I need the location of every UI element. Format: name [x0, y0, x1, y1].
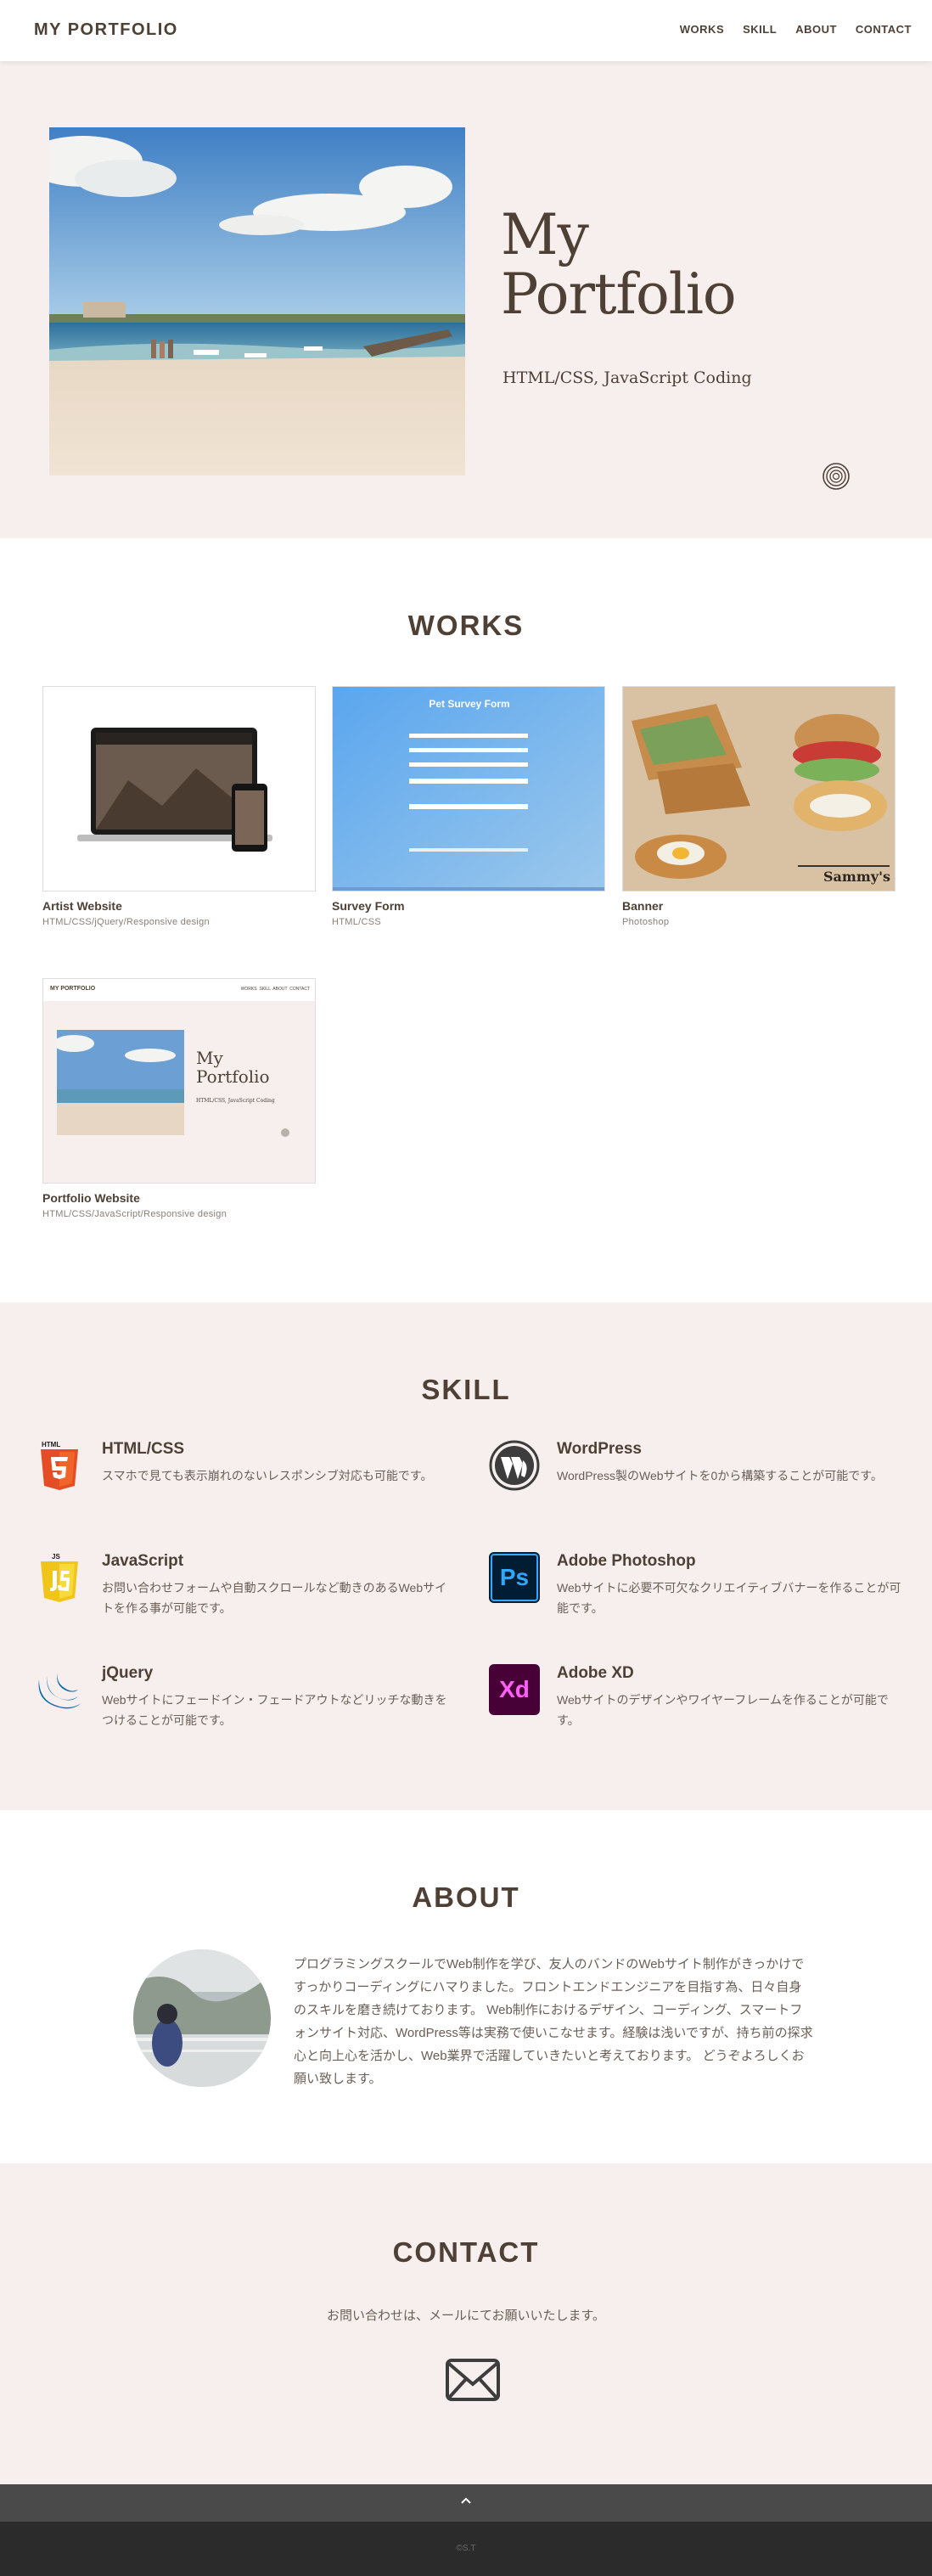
works-heading: WORKS: [407, 610, 525, 641]
nav-about[interactable]: ABOUT: [795, 23, 837, 36]
hero-beach-photo: [49, 127, 465, 475]
jquery-icon: [34, 1664, 85, 1715]
site-footer: ©S.T: [0, 2522, 932, 2576]
skill-desc: お問い合わせフォームや自動スクロールなど動きのあるWebサイトを作る事が可能です…: [102, 1581, 447, 1615]
work-card-portfolio[interactable]: MY PORTFOLIO WORKS SKILL ABOUT CONTACT M…: [42, 978, 316, 1219]
contact-text: お問い合わせは、メールにてお願いいたします。: [326, 2309, 606, 2323]
site-logo[interactable]: MY PORTFOLIO: [34, 20, 178, 40]
xd-icon: Xd: [489, 1664, 540, 1715]
work-name[interactable]: Banner: [622, 899, 896, 913]
site-header: MY PORTFOLIO WORKS SKILL ABOUT CONTACT: [0, 0, 932, 61]
banner-thumb-brand: Sammy's: [823, 869, 890, 885]
work-card-survey[interactable]: Pet Survey Form Survey Form HTML/CSS: [332, 686, 605, 927]
skill-desc: Webサイトにフェードイン・フェードアウトなどリッチな動きをつけることが可能です…: [102, 1693, 447, 1727]
wordpress-icon: [489, 1440, 540, 1491]
mini-header: MY PORTFOLIO WORKS SKILL ABOUT CONTACT: [43, 979, 315, 1001]
mini-logo: MY PORTFOLIO: [50, 986, 96, 992]
work-name[interactable]: Portfolio Website: [42, 1191, 316, 1205]
html5-icon: HTML: [34, 1440, 85, 1491]
mini-nav: WORKS SKILL ABOUT CONTACT: [240, 987, 310, 992]
hero-title-line1: My: [501, 202, 589, 267]
work-thumb-portfolio[interactable]: MY PORTFOLIO WORKS SKILL ABOUT CONTACT M…: [42, 978, 316, 1184]
skill-name: WordPress: [557, 1440, 642, 1458]
copyright: ©S.T: [456, 2544, 476, 2553]
work-name[interactable]: Survey Form: [332, 899, 605, 913]
js-badge-text: JS: [52, 1553, 60, 1561]
main-nav: WORKS SKILL ABOUT CONTACT: [680, 23, 912, 36]
work-card-banner[interactable]: Sammy's Banner Photoshop: [622, 686, 896, 927]
nav-skill[interactable]: SKILL: [743, 23, 777, 36]
about-profile-photo: [133, 1949, 271, 2087]
hero-title-line2: Portfolio: [501, 262, 737, 327]
scroll-down-icon[interactable]: [822, 462, 851, 491]
work-tech: HTML/CSS/jQuery/Responsive design: [42, 917, 210, 927]
work-thumb-banner[interactable]: Sammy's: [622, 686, 896, 891]
mini-subtitle: HTML/CSS, JavaScript Coding: [196, 1098, 275, 1104]
contact-heading: CONTACT: [392, 2236, 540, 2268]
photoshop-icon: Ps: [489, 1552, 540, 1603]
work-card-artist[interactable]: Artist Website HTML/CSS/jQuery/Responsiv…: [42, 686, 316, 927]
work-tech: Photoshop: [622, 917, 670, 927]
mail-icon[interactable]: [446, 2359, 500, 2403]
hero-section: My Portfolio HTML/CSS, JavaScript Coding: [0, 61, 932, 538]
skill-name: jQuery: [102, 1664, 154, 1682]
skill-name: JavaScript: [102, 1552, 184, 1570]
mini-title: My Portfolio: [196, 1049, 270, 1086]
work-thumb-artist[interactable]: [42, 686, 316, 891]
work-thumb-survey[interactable]: Pet Survey Form: [332, 686, 605, 891]
work-tech: HTML/CSS: [332, 917, 382, 927]
javascript-icon: JS: [34, 1552, 85, 1603]
chevron-up-icon: [461, 2497, 471, 2504]
work-tech: HTML/CSS/JavaScript/Responsive design: [42, 1209, 227, 1219]
skill-desc: スマホで見ても表示崩れのないレスポンシブ対応も可能です。: [102, 1469, 433, 1482]
work-name[interactable]: Artist Website: [42, 899, 316, 913]
skill-desc: Webサイトに必要不可欠なクリエイティブバナーを作ることが可能です。: [557, 1581, 901, 1615]
skill-name: Adobe XD: [557, 1664, 634, 1682]
html5-badge-text: HTML: [42, 1441, 60, 1448]
hero-subtitle: HTML/CSS, JavaScript Coding: [502, 368, 752, 387]
about-text: プログラミングスクールでWeb制作を学び、友人のバンドのWebサイト制作がきっか…: [294, 1957, 813, 2086]
contact-section: [0, 2163, 932, 2484]
photoshop-icon-text: Ps: [491, 1554, 538, 1601]
back-to-top-button[interactable]: [0, 2484, 932, 2522]
mini-hero: My Portfolio HTML/CSS, JavaScript Coding: [43, 1001, 315, 1183]
skill-name: HTML/CSS: [102, 1440, 185, 1458]
skill-name: Adobe Photoshop: [557, 1552, 696, 1570]
nav-contact[interactable]: CONTACT: [856, 23, 912, 36]
hero-title: My Portfolio: [501, 202, 737, 327]
xd-icon-text: Xd: [499, 1676, 530, 1702]
skill-desc: Webサイトのデザインやワイヤーフレームを作ることが可能です。: [557, 1693, 889, 1727]
about-heading: ABOUT: [412, 1881, 520, 1913]
skill-heading: SKILL: [421, 1374, 511, 1405]
mini-scroll-icon: [281, 1128, 289, 1137]
mini-title-line1: My: [196, 1048, 223, 1068]
skill-desc: WordPress製のWebサイトを0から構築することが可能です。: [557, 1469, 883, 1482]
mini-title-line2: Portfolio: [196, 1066, 270, 1087]
nav-works[interactable]: WORKS: [680, 23, 724, 36]
survey-thumb-title: Pet Survey Form: [429, 698, 510, 710]
